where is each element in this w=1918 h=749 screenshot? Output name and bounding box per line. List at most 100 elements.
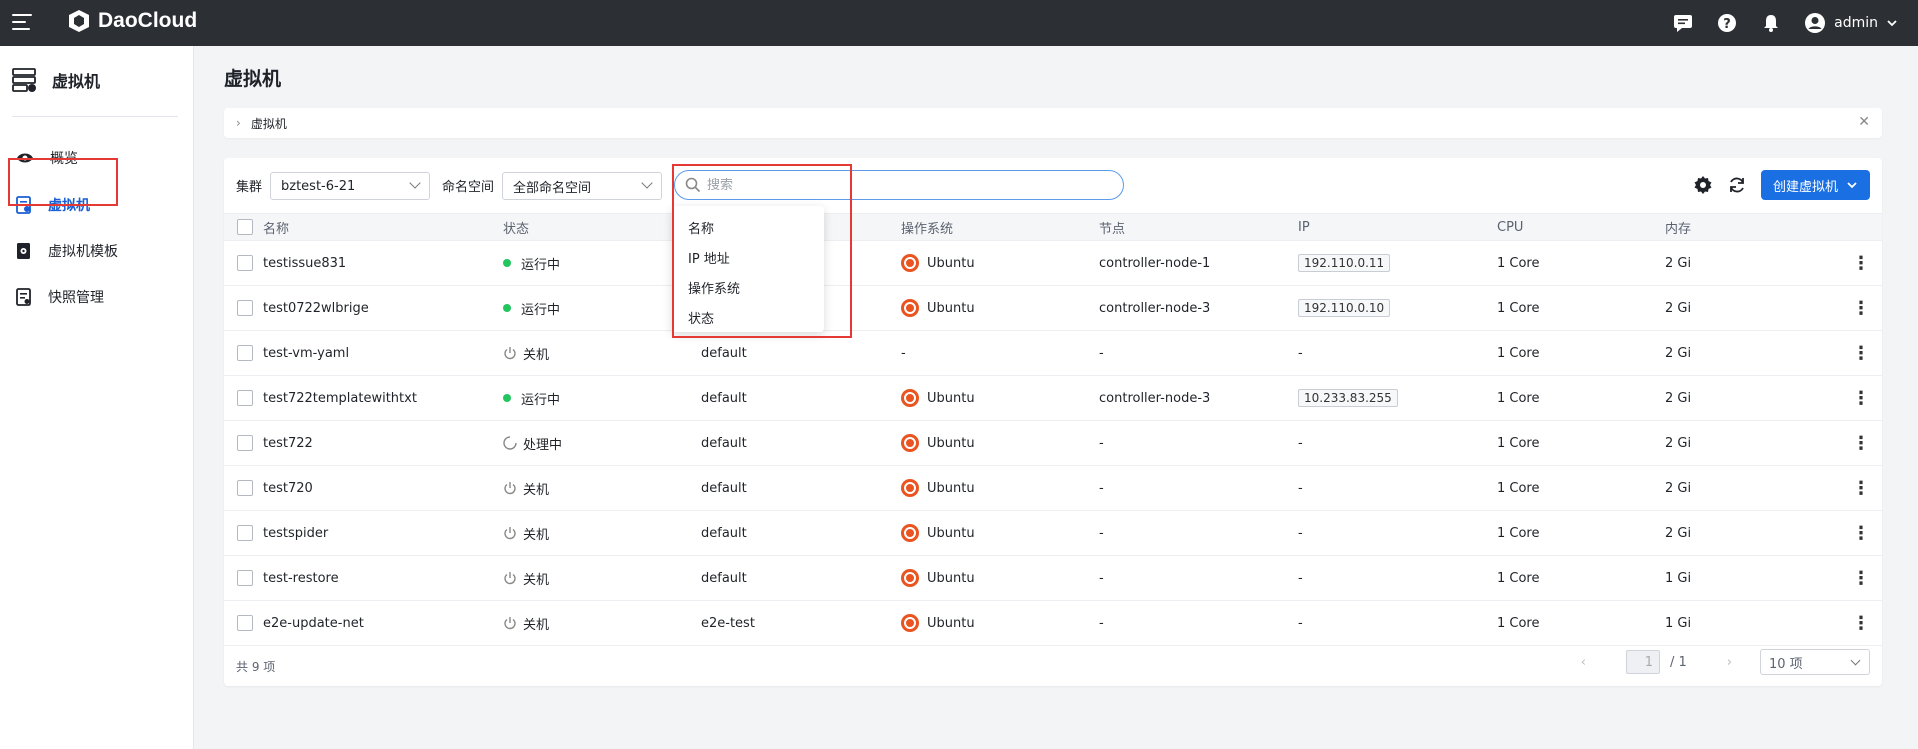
message-icon[interactable] bbox=[1672, 12, 1694, 34]
vm-namespace: default bbox=[701, 480, 747, 496]
more-actions-icon[interactable]: ⋮ bbox=[1841, 343, 1881, 364]
page-size-select[interactable]: 10 项 bbox=[1760, 649, 1870, 675]
user-menu[interactable]: admin bbox=[1804, 12, 1898, 34]
more-actions-icon[interactable]: ⋮ bbox=[1841, 613, 1881, 634]
vm-name[interactable]: test720 bbox=[263, 481, 503, 496]
header-name[interactable]: 名称 bbox=[263, 218, 503, 237]
more-actions-icon[interactable]: ⋮ bbox=[1841, 253, 1881, 274]
power-icon bbox=[504, 482, 516, 495]
row-checkbox[interactable] bbox=[237, 435, 253, 451]
table-row[interactable]: test0722wlbrige 运行中 Ubuntu controller-node-… bbox=[224, 286, 1882, 331]
sidebar-item-vm-template[interactable]: 虚拟机模板 bbox=[10, 231, 180, 271]
table-row[interactable]: test722 处理中 default Ubuntu - - 1 Core 2 Gi ⋮ bbox=[224, 421, 1882, 466]
row-checkbox[interactable] bbox=[237, 345, 253, 361]
vm-name[interactable]: testspider bbox=[263, 526, 503, 541]
ip-value: - bbox=[1298, 525, 1303, 541]
vm-name[interactable]: e2e-update-net bbox=[263, 616, 503, 631]
vm-node: controller-node-3 bbox=[1099, 390, 1211, 406]
header-ip[interactable]: IP bbox=[1298, 220, 1497, 235]
more-actions-icon[interactable]: ⋮ bbox=[1841, 523, 1881, 544]
vm-os: Ubuntu bbox=[901, 389, 1099, 407]
ubuntu-icon bbox=[901, 299, 919, 317]
chevron-down-icon bbox=[1850, 655, 1861, 666]
ubuntu-icon bbox=[901, 479, 919, 497]
status-text: 关机 bbox=[523, 347, 550, 363]
chevron-down-icon bbox=[1847, 182, 1857, 189]
breadcrumb: › 虚拟机 ✕ bbox=[224, 108, 1882, 138]
table-row[interactable]: test720 关机 default Ubuntu - - 1 Core 2 Gi ⋮ bbox=[224, 466, 1882, 511]
brand-logo[interactable]: DaoCloud bbox=[66, 8, 197, 34]
bell-icon[interactable] bbox=[1760, 12, 1782, 34]
vm-name[interactable]: test722templatewithtxt bbox=[263, 391, 503, 406]
next-page-icon[interactable]: › bbox=[1727, 655, 1732, 670]
row-checkbox[interactable] bbox=[237, 300, 253, 316]
vm-name[interactable]: test-vm-yaml bbox=[263, 346, 503, 361]
header-node[interactable]: 节点 bbox=[1099, 218, 1298, 237]
ip-value: - bbox=[1298, 570, 1303, 586]
table-row[interactable]: test-vm-yaml 关机 default - - - 1 Core 2 Gi ⋮ bbox=[224, 331, 1882, 376]
refresh-icon[interactable] bbox=[1727, 175, 1747, 195]
os-text: Ubuntu bbox=[927, 525, 975, 541]
daocloud-logo-icon bbox=[69, 10, 89, 32]
help-icon[interactable]: ? bbox=[1716, 12, 1738, 34]
os-text: Ubuntu bbox=[927, 615, 975, 631]
row-checkbox[interactable] bbox=[237, 570, 253, 586]
ip-value: - bbox=[1298, 435, 1303, 451]
vm-memory: 2 Gi bbox=[1665, 525, 1692, 541]
create-vm-button[interactable]: 创建虚拟机 bbox=[1760, 170, 1870, 200]
create-vm-label: 创建虚拟机 bbox=[1772, 179, 1838, 195]
row-checkbox[interactable] bbox=[237, 525, 253, 541]
status-text: 关机 bbox=[523, 482, 550, 498]
vm-status: 关机 bbox=[503, 614, 701, 633]
status-text: 关机 bbox=[523, 527, 550, 543]
vm-cpu: 1 Core bbox=[1497, 525, 1540, 541]
row-checkbox[interactable] bbox=[237, 255, 253, 271]
table-header: 名称 状态 命名空间 操作系统 节点 IP CPU 内存 bbox=[224, 213, 1882, 241]
namespace-select[interactable]: 全部命名空间 bbox=[502, 172, 662, 200]
vm-module-icon bbox=[12, 68, 36, 92]
vm-ip: - bbox=[1298, 481, 1497, 496]
header-os[interactable]: 操作系统 bbox=[901, 218, 1099, 237]
table-row[interactable]: test722templatewithtxt 运行中 default Ubuntu co… bbox=[224, 376, 1882, 421]
row-checkbox[interactable] bbox=[237, 480, 253, 496]
more-actions-icon[interactable]: ⋮ bbox=[1841, 388, 1881, 409]
running-status-icon bbox=[503, 394, 511, 402]
table-row[interactable]: e2e-update-net 关机 e2e-test Ubuntu - - 1 Core 1 … bbox=[224, 601, 1882, 646]
header-memory[interactable]: 内存 bbox=[1665, 218, 1841, 237]
select-all-checkbox[interactable] bbox=[237, 219, 253, 235]
table-row[interactable]: test-restore 关机 default Ubuntu - - 1 Core 1 Gi ⋮ bbox=[224, 556, 1882, 601]
more-actions-icon[interactable]: ⋮ bbox=[1841, 298, 1881, 319]
vm-ip: 192.110.0.10 bbox=[1298, 299, 1497, 317]
row-checkbox[interactable] bbox=[237, 390, 253, 406]
row-checkbox[interactable] bbox=[237, 615, 253, 631]
vm-name[interactable]: test0722wlbrige bbox=[263, 301, 503, 316]
vm-name[interactable]: test722 bbox=[263, 436, 503, 451]
sidebar-item-snapshot[interactable]: 快照管理 bbox=[10, 277, 180, 317]
header-cpu[interactable]: CPU bbox=[1497, 220, 1665, 235]
prev-page-icon[interactable]: ‹ bbox=[1581, 655, 1586, 670]
cluster-select[interactable]: bztest-6-21 bbox=[270, 172, 430, 200]
chevron-right-icon[interactable]: › bbox=[236, 116, 241, 130]
more-actions-icon[interactable]: ⋮ bbox=[1841, 433, 1881, 454]
more-actions-icon[interactable]: ⋮ bbox=[1841, 478, 1881, 499]
vm-cpu: 1 Core bbox=[1497, 435, 1540, 451]
vm-cpu: 1 Core bbox=[1497, 615, 1540, 631]
chevron-down-icon bbox=[1887, 20, 1897, 27]
menu-icon[interactable] bbox=[12, 14, 32, 32]
cluster-label: 集群 bbox=[236, 180, 263, 195]
vm-ip: - bbox=[1298, 346, 1497, 361]
gear-icon[interactable] bbox=[1693, 175, 1713, 195]
vm-cpu: 1 Core bbox=[1497, 390, 1540, 406]
vm-name[interactable]: testissue831 bbox=[263, 256, 503, 271]
table-row[interactable]: testspider 关机 default Ubuntu - - 1 Core 2 Gi ⋮ bbox=[224, 511, 1882, 556]
vm-status: 关机 bbox=[503, 479, 701, 498]
ubuntu-icon bbox=[901, 569, 919, 587]
close-icon[interactable]: ✕ bbox=[1858, 114, 1870, 130]
total-count: 共 9 项 bbox=[236, 660, 276, 674]
chevron-down-icon bbox=[409, 177, 421, 189]
page-input[interactable]: 1 bbox=[1626, 650, 1660, 674]
breadcrumb-item[interactable]: 虚拟机 bbox=[251, 115, 287, 132]
table-row[interactable]: testissue831 运行中 Ubuntu controller-node-1 19… bbox=[224, 241, 1882, 286]
vm-name[interactable]: test-restore bbox=[263, 571, 503, 586]
more-actions-icon[interactable]: ⋮ bbox=[1841, 568, 1881, 589]
